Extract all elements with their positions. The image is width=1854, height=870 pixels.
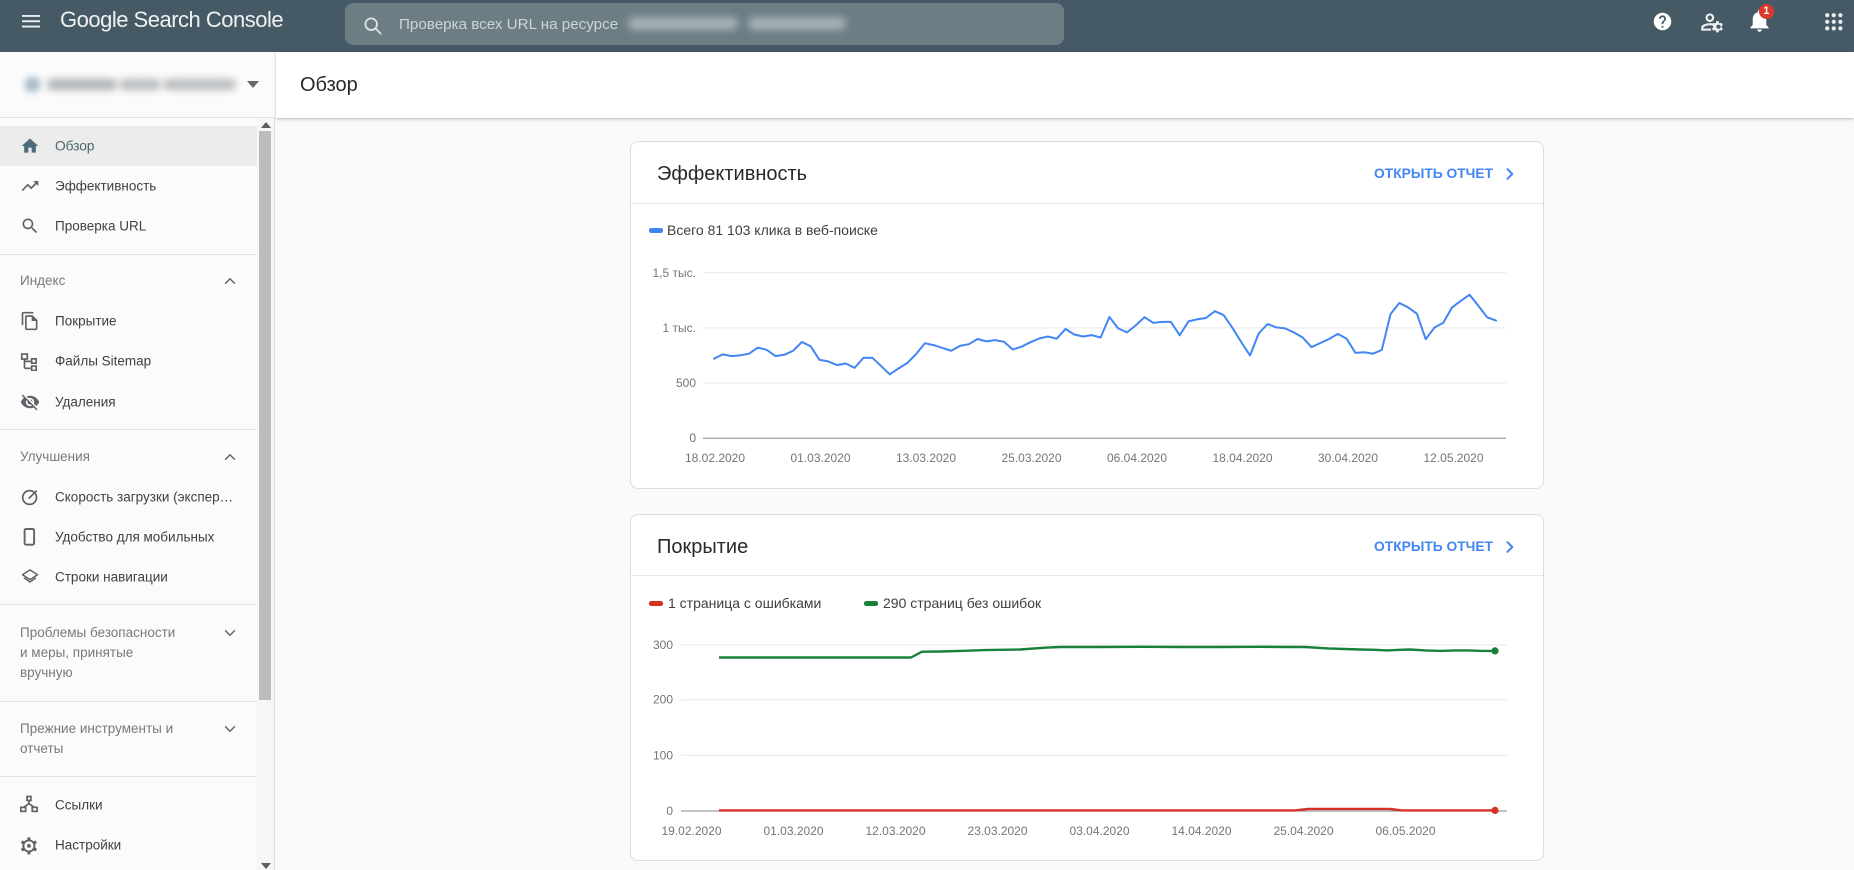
svg-text:03.04.2020: 03.04.2020 xyxy=(1069,824,1129,838)
svg-text:500: 500 xyxy=(676,376,696,390)
svg-text:1 тыс.: 1 тыс. xyxy=(663,321,696,335)
svg-text:19.02.2020: 19.02.2020 xyxy=(661,824,721,838)
svg-text:18.02.2020: 18.02.2020 xyxy=(685,451,745,465)
svg-text:100: 100 xyxy=(653,748,673,762)
svg-text:14.04.2020: 14.04.2020 xyxy=(1171,824,1231,838)
svg-text:13.03.2020: 13.03.2020 xyxy=(896,451,956,465)
svg-text:25.04.2020: 25.04.2020 xyxy=(1273,824,1333,838)
svg-text:30.04.2020: 30.04.2020 xyxy=(1318,451,1378,465)
svg-text:12.03.2020: 12.03.2020 xyxy=(865,824,925,838)
svg-text:01.03.2020: 01.03.2020 xyxy=(790,451,850,465)
svg-text:01.03.2020: 01.03.2020 xyxy=(763,824,823,838)
svg-text:25.03.2020: 25.03.2020 xyxy=(1001,451,1061,465)
svg-text:06.05.2020: 06.05.2020 xyxy=(1375,824,1435,838)
svg-text:18.04.2020: 18.04.2020 xyxy=(1212,451,1272,465)
svg-text:200: 200 xyxy=(653,693,673,707)
svg-text:12.05.2020: 12.05.2020 xyxy=(1423,451,1483,465)
svg-text:0: 0 xyxy=(666,804,673,818)
svg-text:0: 0 xyxy=(689,431,696,445)
svg-text:300: 300 xyxy=(653,638,673,652)
svg-text:1,5 тыс.: 1,5 тыс. xyxy=(653,266,696,280)
svg-text:23.03.2020: 23.03.2020 xyxy=(967,824,1027,838)
svg-text:06.04.2020: 06.04.2020 xyxy=(1107,451,1167,465)
